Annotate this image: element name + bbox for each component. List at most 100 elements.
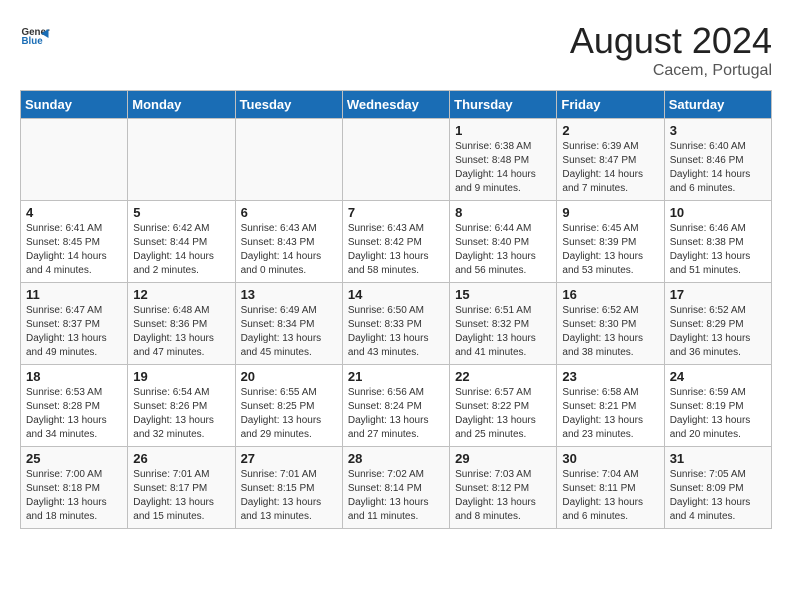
day-number: 22 <box>455 369 551 384</box>
table-row: 15Sunrise: 6:51 AM Sunset: 8:32 PM Dayli… <box>450 283 557 365</box>
day-number: 20 <box>241 369 337 384</box>
day-info: Sunrise: 7:05 AM Sunset: 8:09 PM Dayligh… <box>670 468 766 524</box>
table-row: 2Sunrise: 6:39 AM Sunset: 8:47 PM Daylig… <box>557 119 664 201</box>
col-sunday: Sunday <box>21 91 128 119</box>
day-info: Sunrise: 6:58 AM Sunset: 8:21 PM Dayligh… <box>562 386 658 442</box>
calendar-week-row: 4 Sunrise: 6:41 AM Sunset: 8:45 PM Daylig… <box>21 201 772 283</box>
day-info: Sunrise: 6:53 AM Sunset: 8:28 PM Dayligh… <box>26 386 122 442</box>
col-friday: Friday <box>557 91 664 119</box>
day-number: 12 <box>133 287 229 302</box>
day-number: 21 <box>348 369 444 384</box>
day-info: Sunrise: 6:59 AM Sunset: 8:19 PM Dayligh… <box>670 386 766 442</box>
calendar-week-row: 1Sunrise: 6:38 AM Sunset: 8:48 PM Daylig… <box>21 119 772 201</box>
day-number: 4 <box>26 205 122 220</box>
day-info: Sunrise: 6:52 AM Sunset: 8:29 PM Dayligh… <box>670 304 766 360</box>
table-row: 29 Sunrise: 7:03 AM Sunset: 8:12 PM Dayli… <box>450 447 557 529</box>
col-saturday: Saturday <box>664 91 771 119</box>
table-row: 17 Sunrise: 6:52 AM Sunset: 8:29 PM Dayli… <box>664 283 771 365</box>
calendar-table: Sunday Monday Tuesday Wednesday Thursday… <box>20 90 772 529</box>
table-row: 26Sunrise: 7:01 AM Sunset: 8:17 PM Dayli… <box>128 447 235 529</box>
day-info: Sunrise: 7:02 AM Sunset: 8:14 PM Dayligh… <box>348 468 444 524</box>
table-row <box>21 119 128 201</box>
day-number: 28 <box>348 451 444 466</box>
day-info: Sunrise: 6:54 AM Sunset: 8:26 PM Dayligh… <box>133 386 229 442</box>
table-row: 11 Sunrise: 6:47 AM Sunset: 8:37 PM Dayli… <box>21 283 128 365</box>
day-info: Sunrise: 6:39 AM Sunset: 8:47 PM Dayligh… <box>562 140 658 196</box>
day-info: Sunrise: 6:57 AM Sunset: 8:22 PM Dayligh… <box>455 386 551 442</box>
table-row: 25Sunrise: 7:00 AM Sunset: 8:18 PM Dayli… <box>21 447 128 529</box>
table-row: 12 Sunrise: 6:48 AM Sunset: 8:36 PM Dayli… <box>128 283 235 365</box>
calendar-week-row: 25Sunrise: 7:00 AM Sunset: 8:18 PM Dayli… <box>21 447 772 529</box>
day-number: 10 <box>670 205 766 220</box>
main-title: August 2024 <box>570 20 772 62</box>
table-row <box>235 119 342 201</box>
table-row <box>128 119 235 201</box>
day-number: 3 <box>670 123 766 138</box>
day-info: Sunrise: 7:01 AM Sunset: 8:15 PM Dayligh… <box>241 468 337 524</box>
day-info: Sunrise: 6:50 AM Sunset: 8:33 PM Dayligh… <box>348 304 444 360</box>
day-number: 13 <box>241 287 337 302</box>
day-number: 23 <box>562 369 658 384</box>
day-info: Sunrise: 6:55 AM Sunset: 8:25 PM Dayligh… <box>241 386 337 442</box>
table-row: 4 Sunrise: 6:41 AM Sunset: 8:45 PM Daylig… <box>21 201 128 283</box>
table-row: 5Sunrise: 6:42 AM Sunset: 8:44 PM Daylig… <box>128 201 235 283</box>
col-monday: Monday <box>128 91 235 119</box>
svg-text:Blue: Blue <box>22 36 44 47</box>
table-row: 20 Sunrise: 6:55 AM Sunset: 8:25 PM Dayli… <box>235 365 342 447</box>
col-tuesday: Tuesday <box>235 91 342 119</box>
day-number: 29 <box>455 451 551 466</box>
day-number: 30 <box>562 451 658 466</box>
day-info: Sunrise: 6:44 AM Sunset: 8:40 PM Dayligh… <box>455 222 551 278</box>
day-info: Sunrise: 6:56 AM Sunset: 8:24 PM Dayligh… <box>348 386 444 442</box>
table-row: 19 Sunrise: 6:54 AM Sunset: 8:26 PM Dayli… <box>128 365 235 447</box>
day-number: 11 <box>26 287 122 302</box>
calendar-week-row: 18 Sunrise: 6:53 AM Sunset: 8:28 PM Dayli… <box>21 365 772 447</box>
day-info: Sunrise: 6:41 AM Sunset: 8:45 PM Dayligh… <box>26 222 122 278</box>
day-number: 6 <box>241 205 337 220</box>
table-row: 13 Sunrise: 6:49 AM Sunset: 8:34 PM Dayli… <box>235 283 342 365</box>
table-row: 9 Sunrise: 6:45 AM Sunset: 8:39 PM Daylig… <box>557 201 664 283</box>
day-number: 17 <box>670 287 766 302</box>
day-info: Sunrise: 6:49 AM Sunset: 8:34 PM Dayligh… <box>241 304 337 360</box>
table-row: 24 Sunrise: 6:59 AM Sunset: 8:19 PM Dayli… <box>664 365 771 447</box>
day-number: 31 <box>670 451 766 466</box>
day-number: 18 <box>26 369 122 384</box>
subtitle: Cacem, Portugal <box>570 62 772 80</box>
day-info: Sunrise: 7:04 AM Sunset: 8:11 PM Dayligh… <box>562 468 658 524</box>
day-number: 16 <box>562 287 658 302</box>
col-wednesday: Wednesday <box>342 91 449 119</box>
col-thursday: Thursday <box>450 91 557 119</box>
day-number: 19 <box>133 369 229 384</box>
table-row: 22 Sunrise: 6:57 AM Sunset: 8:22 PM Dayli… <box>450 365 557 447</box>
day-info: Sunrise: 6:48 AM Sunset: 8:36 PM Dayligh… <box>133 304 229 360</box>
table-row: 31 Sunrise: 7:05 AM Sunset: 8:09 PM Dayli… <box>664 447 771 529</box>
table-row: 28 Sunrise: 7:02 AM Sunset: 8:14 PM Dayli… <box>342 447 449 529</box>
day-info: Sunrise: 6:43 AM Sunset: 8:42 PM Dayligh… <box>348 222 444 278</box>
day-info: Sunrise: 6:45 AM Sunset: 8:39 PM Dayligh… <box>562 222 658 278</box>
table-row: 1Sunrise: 6:38 AM Sunset: 8:48 PM Daylig… <box>450 119 557 201</box>
day-number: 8 <box>455 205 551 220</box>
day-info: Sunrise: 7:01 AM Sunset: 8:17 PM Dayligh… <box>133 468 229 524</box>
day-info: Sunrise: 7:03 AM Sunset: 8:12 PM Dayligh… <box>455 468 551 524</box>
table-row: 10 Sunrise: 6:46 AM Sunset: 8:38 PM Dayli… <box>664 201 771 283</box>
table-row <box>342 119 449 201</box>
day-info: Sunrise: 6:47 AM Sunset: 8:37 PM Dayligh… <box>26 304 122 360</box>
table-row: 7Sunrise: 6:43 AM Sunset: 8:42 PM Daylig… <box>342 201 449 283</box>
day-number: 24 <box>670 369 766 384</box>
day-number: 27 <box>241 451 337 466</box>
table-row: 18 Sunrise: 6:53 AM Sunset: 8:28 PM Dayli… <box>21 365 128 447</box>
logo-icon: General Blue <box>20 20 50 50</box>
title-block: August 2024 Cacem, Portugal <box>570 20 772 80</box>
day-number: 14 <box>348 287 444 302</box>
day-info: Sunrise: 6:52 AM Sunset: 8:30 PM Dayligh… <box>562 304 658 360</box>
calendar-header-row: Sunday Monday Tuesday Wednesday Thursday… <box>21 91 772 119</box>
table-row: 6 Sunrise: 6:43 AM Sunset: 8:43 PM Daylig… <box>235 201 342 283</box>
day-number: 9 <box>562 205 658 220</box>
day-info: Sunrise: 6:51 AM Sunset: 8:32 PM Dayligh… <box>455 304 551 360</box>
calendar-week-row: 11 Sunrise: 6:47 AM Sunset: 8:37 PM Dayli… <box>21 283 772 365</box>
table-row: 21 Sunrise: 6:56 AM Sunset: 8:24 PM Dayli… <box>342 365 449 447</box>
table-row: 14 Sunrise: 6:50 AM Sunset: 8:33 PM Dayli… <box>342 283 449 365</box>
day-info: Sunrise: 6:46 AM Sunset: 8:38 PM Dayligh… <box>670 222 766 278</box>
page-header: General Blue August 2024 Cacem, Portugal <box>20 20 772 80</box>
day-info: Sunrise: 6:43 AM Sunset: 8:43 PM Dayligh… <box>241 222 337 278</box>
